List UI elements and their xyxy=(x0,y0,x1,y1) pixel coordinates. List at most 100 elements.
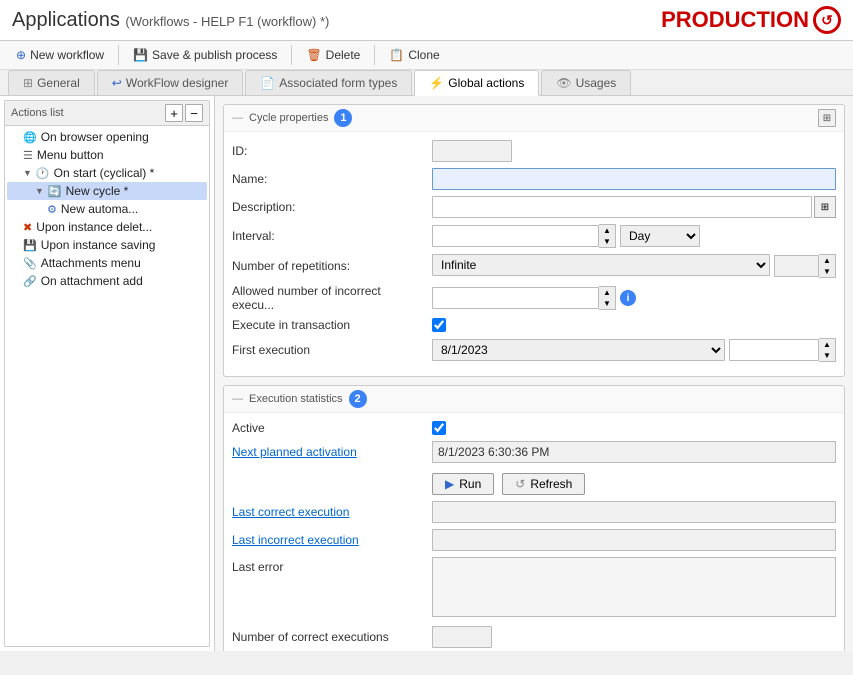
next-planned-link[interactable]: Next planned activation xyxy=(232,445,357,459)
refresh-button[interactable]: ↺ Refresh xyxy=(502,473,585,495)
app-header: Applications (Workflows - HELP F1 (workf… xyxy=(0,0,853,41)
interval-value-field[interactable]: 1 xyxy=(432,225,599,247)
actions-list: 🌐 On browser opening ☰ Menu button ▼ 🕐 O… xyxy=(5,126,209,292)
save-icon: 💾 xyxy=(23,239,37,252)
action-upon-instance-saving[interactable]: 💾 Upon instance saving xyxy=(7,236,207,254)
right-panel: — Cycle properties 1 ⊞ ID: -2 Name: xyxy=(215,96,853,651)
tab-associated-types[interactable]: 📄 Associated form types xyxy=(245,70,412,95)
next-planned-row: Next planned activation 8/1/2023 6:30:36… xyxy=(232,441,836,463)
action-new-cycle[interactable]: ▼ 🔄 New cycle * xyxy=(7,182,207,200)
action-label: Attachments menu xyxy=(41,256,141,270)
cycle-properties-header: — Cycle properties 1 ⊞ xyxy=(224,105,844,132)
tab-general[interactable]: ⊞ General xyxy=(8,70,95,95)
last-error-textarea[interactable] xyxy=(432,557,836,617)
tab-associated-label: Associated form types xyxy=(279,76,397,90)
tab-workflow-label: WorkFlow designer xyxy=(126,76,228,90)
execute-transaction-checkbox[interactable] xyxy=(432,318,446,332)
interval-down-button[interactable]: ▼ xyxy=(599,236,615,247)
delete-button[interactable]: 🗑 Delete xyxy=(298,45,368,65)
menu-icon: ☰ xyxy=(23,149,33,162)
first-execution-date-select[interactable]: 8/1/2023 xyxy=(432,339,725,361)
add-attach-icon: 🔗 xyxy=(23,275,37,288)
num-correct-row: Number of correct executions 0 xyxy=(232,626,836,648)
cycle-icon: 🔄 xyxy=(48,185,62,198)
allowed-down-button[interactable]: ▼ xyxy=(599,298,615,309)
new-workflow-label: New workflow xyxy=(30,48,104,62)
interval-unit-select[interactable]: Day Minute Hour Week Month xyxy=(620,225,700,247)
name-field[interactable]: New cycle xyxy=(432,168,836,190)
section-expand-icon[interactable]: ⊞ xyxy=(818,109,836,127)
last-incorrect-row: Last incorrect execution xyxy=(232,529,836,551)
active-row: Active xyxy=(232,421,836,435)
first-execution-time-field[interactable]: 6:30:36 PM xyxy=(729,339,819,361)
id-label: ID: xyxy=(232,144,432,158)
allowed-field[interactable]: 5 xyxy=(432,287,599,309)
action-on-attachment-add[interactable]: 🔗 On attachment add xyxy=(7,272,207,290)
attach-icon: 📎 xyxy=(23,257,37,270)
clone-button[interactable]: 📋 Clone xyxy=(381,45,447,65)
allowed-label: Allowed number of incorrect execu... xyxy=(232,284,432,312)
actions-list-header: Actions list xyxy=(11,107,64,119)
allowed-spin: 5 ▲ ▼ xyxy=(432,286,616,310)
toolbar-separator-2 xyxy=(291,45,292,65)
allowed-info-icon[interactable]: i xyxy=(620,290,636,306)
auto-icon: ⚙ xyxy=(47,203,57,216)
tab-global-actions[interactable]: ⚡ Global actions xyxy=(414,70,539,96)
description-field[interactable] xyxy=(432,196,812,218)
save-icon: 💾 xyxy=(133,48,148,62)
brand-text: PRODUCTION xyxy=(661,7,809,33)
action-new-automa[interactable]: ⚙ New automa... xyxy=(7,200,207,218)
action-label: New cycle * xyxy=(66,184,129,198)
last-error-row: Last error xyxy=(232,557,836,620)
description-label: Description: xyxy=(232,200,432,214)
clone-icon: 📋 xyxy=(389,48,404,62)
run-refresh-buttons: ▶ Run ↺ Refresh xyxy=(232,469,836,501)
last-incorrect-link[interactable]: Last incorrect execution xyxy=(232,533,359,547)
rep-count-up-button[interactable]: ▲ xyxy=(819,255,835,266)
action-browser-opening[interactable]: 🌐 On browser opening xyxy=(7,128,207,146)
action-label: Upon instance saving xyxy=(41,238,156,252)
delete-icon: 🗑 xyxy=(306,48,321,62)
toolbar-separator-3 xyxy=(374,45,375,65)
delete-label: Delete xyxy=(326,48,361,62)
time-down-button[interactable]: ▼ xyxy=(819,350,835,361)
last-incorrect-field xyxy=(432,529,836,551)
tab-workflow-designer[interactable]: ↩ WorkFlow designer xyxy=(97,70,244,95)
action-menu-button[interactable]: ☰ Menu button xyxy=(7,146,207,164)
app-name: Applications xyxy=(12,9,120,31)
next-planned-label: Next planned activation xyxy=(232,445,432,459)
last-correct-link[interactable]: Last correct execution xyxy=(232,505,349,519)
action-label: On attachment add xyxy=(41,274,143,288)
repetitions-count-spin: 0 ▲ ▼ xyxy=(774,254,836,278)
interval-up-button[interactable]: ▲ xyxy=(599,225,615,236)
action-on-start-cyclical[interactable]: ▼ 🕐 On start (cyclical) * xyxy=(7,164,207,182)
num-correct-label: Number of correct executions xyxy=(232,630,432,644)
description-expand-button[interactable]: ⊞ xyxy=(814,196,836,218)
execution-statistics-badge: 2 xyxy=(349,390,367,408)
tab-usages-label: Usages xyxy=(576,76,617,90)
tab-global-label: Global actions xyxy=(448,76,524,90)
add-action-button[interactable]: + xyxy=(165,104,183,122)
execution-statistics-title: Execution statistics xyxy=(249,393,343,405)
allowed-up-button[interactable]: ▲ xyxy=(599,287,615,298)
new-workflow-button[interactable]: ⊕ New workflow xyxy=(8,45,112,65)
action-attachments-menu[interactable]: 📎 Attachments menu xyxy=(7,254,207,272)
time-up-button[interactable]: ▲ xyxy=(819,339,835,350)
remove-action-button[interactable]: − xyxy=(185,104,203,122)
general-icon: ⊞ xyxy=(23,76,33,90)
save-publish-button[interactable]: 💾 Save & publish process xyxy=(125,45,285,65)
repetitions-select[interactable]: Infinite 1 2 5 10 xyxy=(432,254,770,276)
active-checkbox[interactable] xyxy=(432,421,446,435)
forms-icon: 📄 xyxy=(260,76,275,90)
action-upon-instance-delete[interactable]: ✖ Upon instance delet... xyxy=(7,218,207,236)
expand-icon: ▼ xyxy=(35,186,44,196)
execute-transaction-row: Execute in transaction xyxy=(232,318,836,332)
rep-count-down-button[interactable]: ▼ xyxy=(819,266,835,277)
repetitions-row: Number of repetitions: Infinite 1 2 5 10… xyxy=(232,254,836,278)
run-button[interactable]: ▶ Run xyxy=(432,473,494,495)
id-row: ID: -2 xyxy=(232,140,836,162)
cycle-properties-content: ID: -2 Name: New cycle Description: xyxy=(224,132,844,376)
tab-usages[interactable]: 👁 Usages xyxy=(541,70,631,95)
last-incorrect-label: Last incorrect execution xyxy=(232,533,432,547)
repetitions-count-field[interactable]: 0 xyxy=(774,255,819,277)
